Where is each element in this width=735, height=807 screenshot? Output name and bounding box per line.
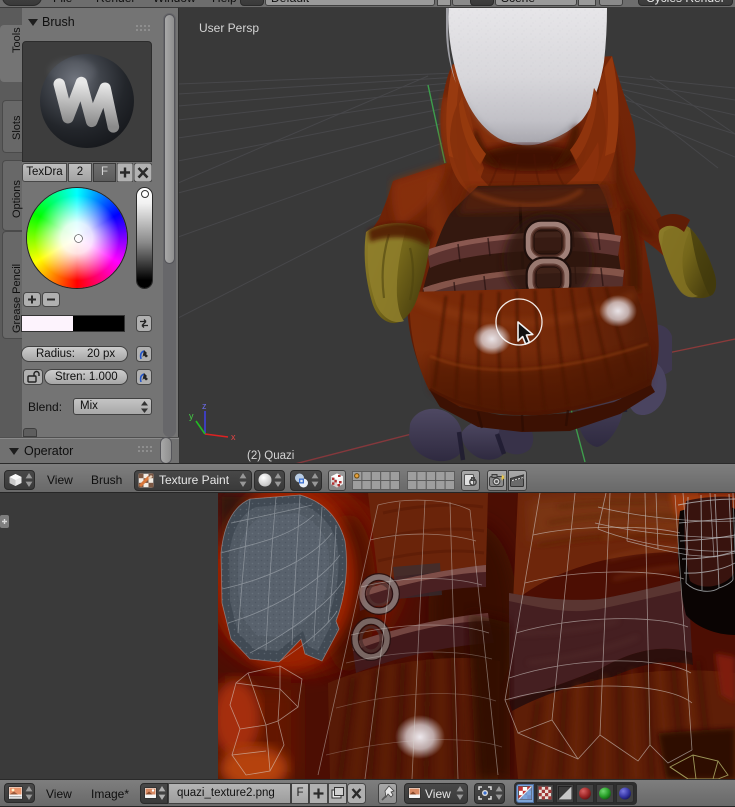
- svg-text:y: y: [189, 411, 194, 421]
- svg-text:z: z: [202, 401, 207, 411]
- svg-text:User Persp: User Persp: [199, 21, 259, 35]
- svg-text:(2) Quazi: (2) Quazi: [247, 450, 294, 462]
- svg-text:x: x: [231, 432, 236, 442]
